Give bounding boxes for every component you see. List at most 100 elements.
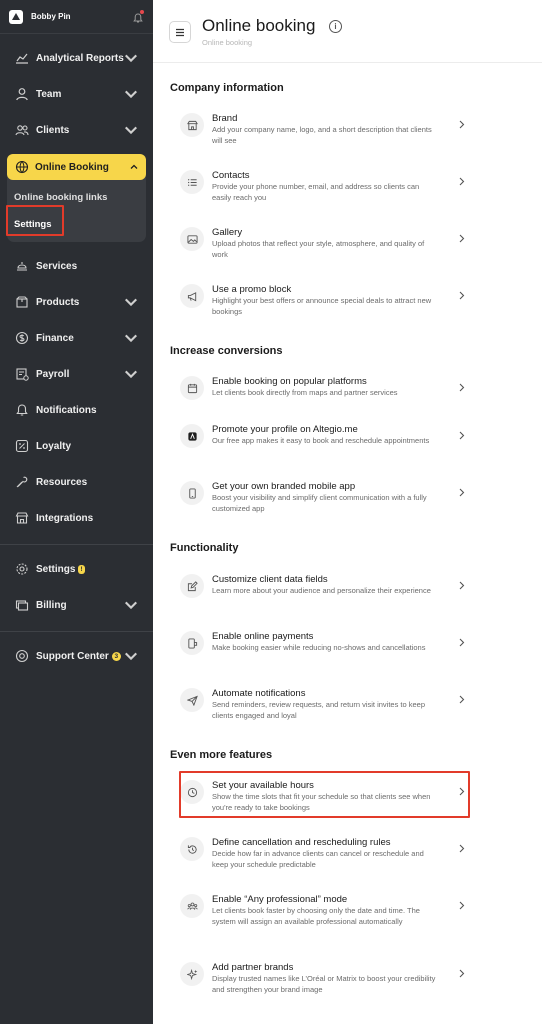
nav-label: Products (36, 296, 80, 308)
support-badge: 3 (111, 651, 121, 661)
lifebuoy-icon (15, 649, 29, 663)
feature-title: Add partner brands (212, 962, 294, 973)
nav-label: Resources (36, 476, 88, 488)
feature-title: Promote your profile on Altegio.me (212, 424, 358, 435)
section-title: Company information (170, 82, 284, 94)
gear-icon (16, 563, 28, 575)
feature-desc: Upload photos that reflect your style, a… (212, 239, 425, 259)
chevron-down-icon (125, 370, 137, 379)
chevron-up-icon (130, 164, 138, 169)
reschedule-icon (180, 837, 204, 861)
feature-title: Contacts (212, 170, 250, 181)
payment-icon (180, 631, 204, 655)
nav-label: Services (36, 260, 78, 272)
image-icon (180, 227, 204, 251)
nav-label: Notifications (36, 404, 97, 416)
feature-title: Use a promo block (212, 284, 292, 295)
chevron-right-icon (459, 844, 465, 853)
storefront-icon (180, 113, 204, 137)
main-content: Online booking i Online booking Company … (153, 0, 542, 1024)
send-icon (180, 688, 204, 712)
nav-analytical-reports[interactable]: Analytical Reports (0, 40, 153, 76)
percent-icon (15, 439, 29, 453)
chevron-right-icon (459, 638, 465, 647)
nav-clients[interactable]: Clients (0, 112, 153, 148)
notification-bell-icon[interactable] (133, 10, 144, 23)
nav-label: Team (36, 88, 62, 100)
nav-settings[interactable]: Settings! (0, 551, 153, 587)
nav-label: Payroll (36, 368, 70, 380)
list-icon (180, 170, 204, 194)
chevron-down-icon (125, 652, 137, 661)
feature-title: Enable online payments (212, 631, 314, 642)
nav-payroll[interactable]: Payroll (0, 356, 153, 392)
nav-online-booking[interactable]: Online Booking (7, 154, 146, 180)
highlight-box-available-hours (179, 771, 470, 818)
chevron-down-icon (125, 90, 137, 99)
altegio-logo-icon[interactable] (9, 9, 23, 24)
nav-billing[interactable]: Billing (0, 587, 153, 623)
nav-support-center[interactable]: Support Center 3 (0, 638, 153, 674)
info-icon[interactable]: i (329, 20, 342, 33)
chart-icon (16, 53, 28, 64)
menu-toggle-button[interactable] (169, 21, 191, 43)
feature-title: Customize client data fields (212, 574, 328, 585)
user-name[interactable]: Bobby Pin (31, 12, 133, 21)
store-icon (15, 512, 29, 524)
sidebar: Bobby Pin Analytical Reports Team Client… (0, 0, 153, 1024)
feature-desc: Make booking easier while reducing no-sh… (212, 643, 426, 652)
chevron-right-icon (459, 488, 465, 497)
team-icon (180, 894, 204, 918)
feature-desc: Boost your visibility and simplify clien… (212, 493, 427, 513)
megaphone-icon (180, 284, 204, 308)
nav-label: Clients (36, 124, 70, 136)
feature-title: Get your own branded mobile app (212, 481, 356, 492)
highlight-box-settings (6, 205, 64, 236)
feature-title: Enable “Any professional” mode (212, 894, 348, 905)
chevron-right-icon (459, 383, 465, 392)
feature-desc: Add your company name, logo, and a short… (212, 125, 432, 145)
nav-label: Settings (36, 563, 76, 575)
settings-badge: ! (78, 564, 85, 574)
chevron-down-icon (125, 54, 137, 63)
sidebar-divider (0, 631, 153, 632)
feature-title: Brand (212, 113, 238, 124)
wrench-icon (16, 476, 28, 488)
billing-icon (15, 600, 29, 611)
feature-title: Automate notifications (212, 688, 306, 699)
nav-services[interactable]: Services (0, 248, 153, 284)
chevron-right-icon (459, 581, 465, 590)
nav-label: Integrations (36, 512, 94, 524)
nav-label-wrap: Support Center 3 (36, 651, 124, 662)
feature-desc: Our free app makes it easy to book and r… (212, 436, 430, 445)
nav-products[interactable]: Products (0, 284, 153, 320)
hamburger-icon (176, 28, 184, 36)
bell-icon (16, 404, 28, 416)
calendar-icon (180, 376, 204, 400)
feature-desc: Learn more about your audience and perso… (212, 586, 431, 595)
feature-desc: Let clients book directly from maps and … (212, 388, 398, 397)
chevron-right-icon (459, 695, 465, 704)
section-title: Increase conversions (170, 345, 283, 357)
feature-title: Enable booking on popular platforms (212, 376, 367, 387)
edit-icon (180, 574, 204, 598)
breadcrumb[interactable]: Online booking (202, 38, 252, 47)
users-icon (15, 125, 29, 136)
sparkle-icon (180, 962, 204, 986)
feature-desc: Highlight your best offers or announce s… (212, 296, 432, 316)
feature-title: Define cancellation and rescheduling rul… (212, 837, 391, 848)
chevron-down-icon (125, 298, 137, 307)
nav-team[interactable]: Team (0, 76, 153, 112)
chevron-right-icon (459, 431, 465, 440)
nav-label: Online Booking (35, 161, 109, 173)
feature-desc: Let clients book faster by choosing only… (212, 906, 420, 926)
altegio-icon (180, 424, 204, 448)
feature-desc: Display trusted names like L’Oréal or Ma… (212, 974, 436, 994)
feature-title: Gallery (212, 227, 243, 238)
nav-integrations[interactable]: Integrations (0, 500, 153, 536)
nav-loyalty[interactable]: Loyalty (0, 428, 153, 464)
chevron-right-icon (459, 291, 465, 300)
nav-finance[interactable]: Finance (0, 320, 153, 356)
nav-resources[interactable]: Resources (0, 464, 153, 500)
nav-notifications[interactable]: Notifications (0, 392, 153, 428)
